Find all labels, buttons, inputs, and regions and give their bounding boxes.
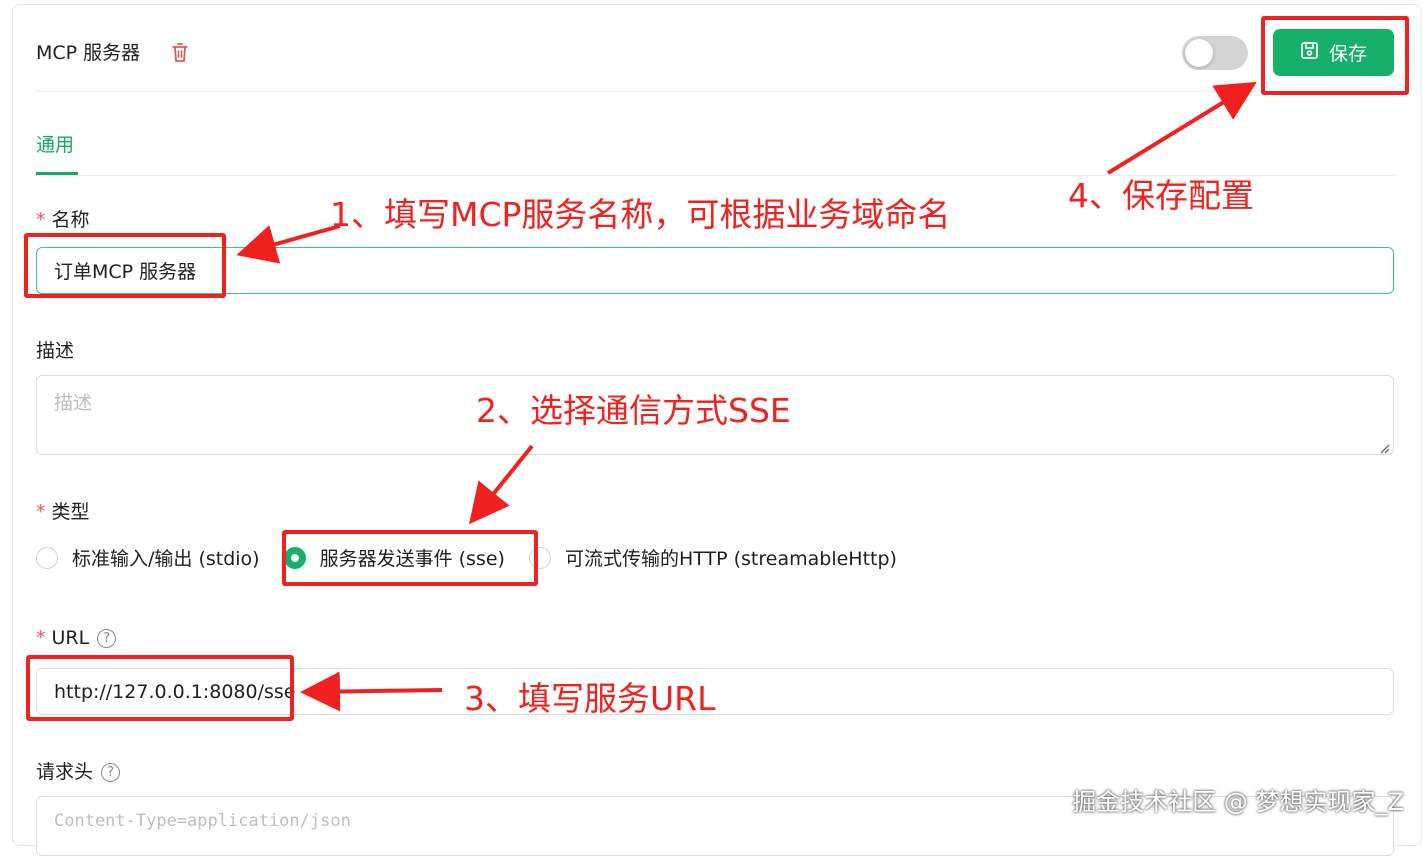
watermark: 掘金技术社区 @ 梦想实现家_Z [1072,788,1404,816]
arrow-step1 [236,224,341,264]
arrow-step3 [300,671,443,712]
annotation-arrows [236,81,1257,712]
arrow-step2 [468,444,534,525]
arrow-step4 [1106,81,1257,175]
